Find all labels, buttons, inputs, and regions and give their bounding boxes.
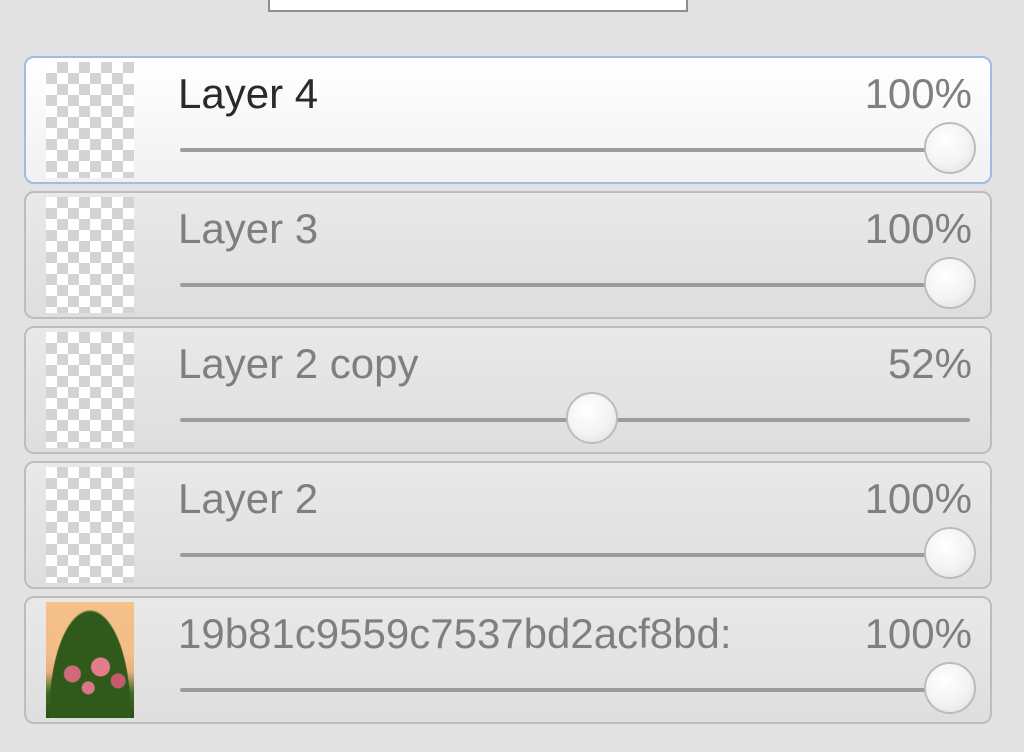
opacity-slider-track[interactable] (180, 553, 970, 557)
opacity-slider-track[interactable] (180, 688, 970, 692)
layer-row-layer-2[interactable]: Layer 2 100% (24, 461, 992, 589)
layer-row-layer-4[interactable]: Layer 4 100% (24, 56, 992, 184)
layer-thumbnail (46, 467, 134, 583)
layer-opacity-value: 100% (864, 475, 972, 522)
layer-row-background-image[interactable]: 19b81c9559c7537bd2acf8bd: 100% (24, 596, 992, 724)
layer-thumbnail (46, 62, 134, 178)
layer-opacity-value: 52% (887, 340, 972, 387)
opacity-slider-thumb[interactable] (924, 257, 976, 309)
layer-name[interactable]: Layer 2 copy (178, 340, 418, 388)
layer-thumbnail (46, 197, 134, 313)
opacity-slider-thumb[interactable] (565, 392, 618, 444)
opacity-slider-thumb[interactable] (924, 527, 976, 579)
layer-name[interactable]: 19b81c9559c7537bd2acf8bd: (178, 610, 732, 658)
layer-row-layer-3[interactable]: Layer 3 100% (24, 191, 992, 319)
layer-name[interactable]: Layer 2 (178, 475, 318, 523)
top-input-field[interactable] (268, 0, 688, 12)
layer-opacity-value: 100% (864, 205, 972, 252)
layer-name[interactable]: Layer 3 (178, 205, 318, 253)
opacity-slider-track[interactable] (180, 283, 970, 287)
layers-panel: Layer 4 100% Layer 3 100% Layer 2 copy 5… (24, 56, 992, 731)
layer-row-layer-2-copy[interactable]: Layer 2 copy 52% (24, 326, 992, 454)
layer-thumbnail-photo (46, 602, 134, 718)
layer-opacity-value: 100% (864, 70, 972, 117)
opacity-slider-thumb[interactable] (924, 122, 976, 174)
layer-thumbnail (46, 332, 134, 448)
layer-opacity-value: 100% (864, 610, 972, 657)
layer-name[interactable]: Layer 4 (178, 70, 318, 118)
opacity-slider-track[interactable] (180, 148, 970, 152)
opacity-slider-thumb[interactable] (924, 662, 976, 714)
